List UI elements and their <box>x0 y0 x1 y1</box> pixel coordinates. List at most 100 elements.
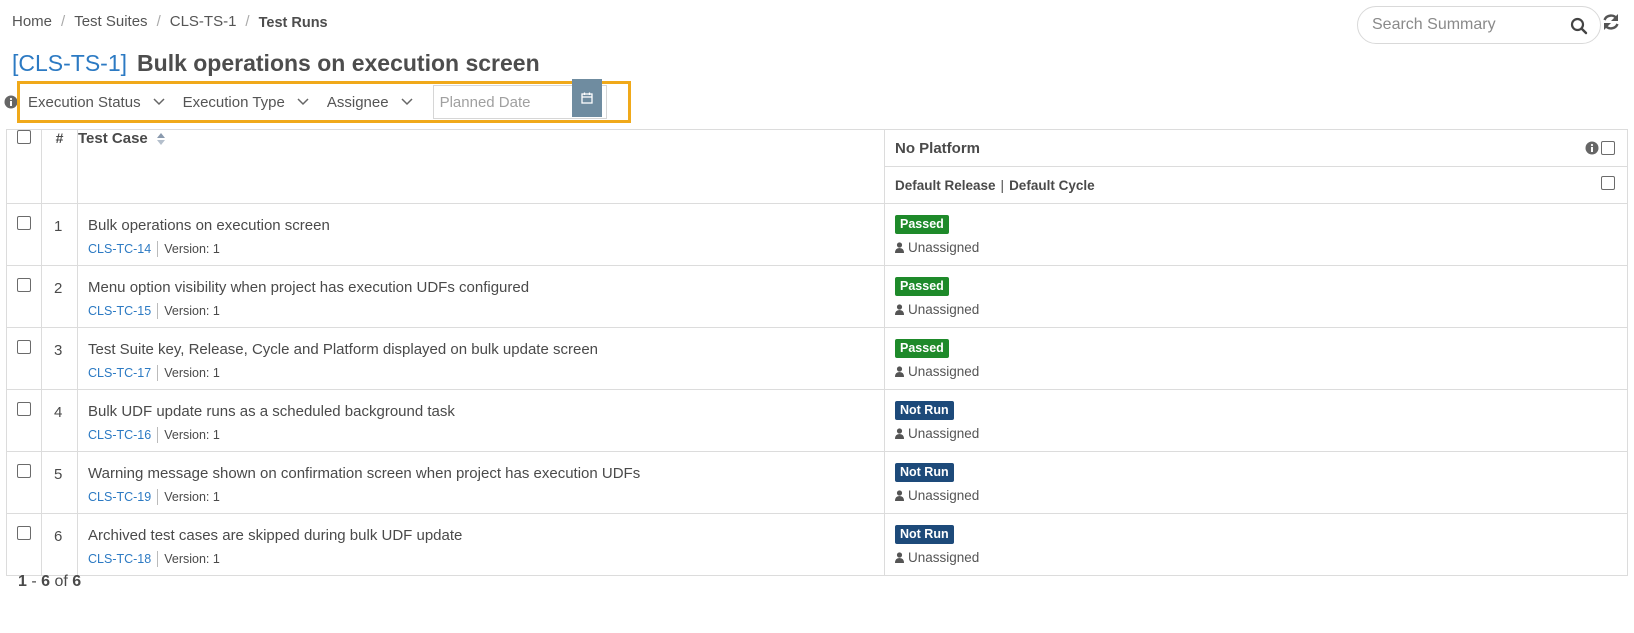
chevron-down-icon <box>297 98 309 106</box>
assignee[interactable]: Unassigned <box>895 364 1627 379</box>
execution-cell: Not Run Unassigned <box>884 513 1628 576</box>
assignee[interactable]: Unassigned <box>895 302 1627 317</box>
pager-start: 1 <box>18 573 27 590</box>
test-case-cell: Bulk UDF update runs as a scheduled back… <box>77 389 885 452</box>
execution-status-badge[interactable]: Not Run <box>895 463 954 482</box>
planned-date-field <box>432 79 607 119</box>
test-case-title[interactable]: Menu option visibility when project has … <box>88 279 884 296</box>
execution-status-label: Execution Status <box>28 93 141 111</box>
info-icon[interactable] <box>1585 141 1599 155</box>
row-checkbox[interactable] <box>17 464 31 478</box>
row-checkbox[interactable] <box>17 278 31 292</box>
execution-type-label: Execution Type <box>182 93 285 111</box>
select-all-checkbox[interactable] <box>17 130 31 144</box>
test-case-cell: Menu option visibility when project has … <box>77 265 885 328</box>
test-case-title[interactable]: Warning message shown on confirmation sc… <box>88 465 884 482</box>
test-case-cell: Test Suite key, Release, Cycle and Platf… <box>77 327 885 390</box>
test-case-meta: CLS-TC-17 Version: 1 <box>88 365 884 381</box>
meta-divider <box>157 241 159 257</box>
assignee-name: Unassigned <box>908 550 980 565</box>
user-icon <box>895 242 904 253</box>
row-checkbox[interactable] <box>17 526 31 540</box>
execution-cell: Not Run Unassigned <box>884 451 1628 514</box>
table-row: 5 Warning message shown on confirmation … <box>6 451 1628 514</box>
refresh-icon[interactable] <box>1601 12 1621 32</box>
assignee-filter[interactable]: Assignee <box>327 94 413 111</box>
filter-bar: Execution Status Execution Type Assignee <box>17 79 631 123</box>
execution-status-badge[interactable]: Passed <box>895 215 949 234</box>
assignee[interactable]: Unassigned <box>895 426 1627 441</box>
suite-key-link[interactable]: [CLS-TS-1] <box>12 50 127 77</box>
platform-header-top: No Platform <box>885 130 1627 167</box>
chevron-down-icon <box>153 98 165 106</box>
test-case-key-link[interactable]: CLS-TC-18 <box>88 552 151 566</box>
calendar-button[interactable] <box>571 79 602 117</box>
platform-select-checkbox[interactable] <box>1601 141 1615 155</box>
test-case-key-link[interactable]: CLS-TC-14 <box>88 242 151 256</box>
execution-cell: Passed Unassigned <box>884 327 1628 390</box>
test-case-meta: CLS-TC-14 Version: 1 <box>88 241 884 257</box>
row-checkbox[interactable] <box>17 216 31 230</box>
breadcrumb-separator: / <box>245 13 250 30</box>
user-icon <box>895 304 904 315</box>
table-row: 2 Menu option visibility when project ha… <box>6 265 1628 328</box>
test-case-version: Version: 1 <box>164 490 220 504</box>
test-case-title[interactable]: Bulk operations on execution screen <box>88 217 884 234</box>
table-row: 4 Bulk UDF update runs as a scheduled ba… <box>6 389 1628 452</box>
test-case-key-link[interactable]: CLS-TC-17 <box>88 366 151 380</box>
pager-end: 6 <box>41 573 51 590</box>
test-case-cell: Archived test cases are skipped during b… <box>77 513 885 576</box>
test-case-version: Version: 1 <box>164 552 220 566</box>
meta-divider <box>157 303 159 319</box>
search-box <box>1357 6 1601 44</box>
row-number: 1 <box>41 203 78 266</box>
execution-status-badge[interactable]: Not Run <box>895 401 954 420</box>
meta-divider <box>157 427 159 443</box>
row-number: 2 <box>41 265 78 328</box>
assignee[interactable]: Unassigned <box>895 240 1627 255</box>
pager-total: 6 <box>72 573 82 590</box>
test-case-version: Version: 1 <box>164 304 220 318</box>
info-icon[interactable] <box>4 95 18 109</box>
test-case-header[interactable]: Test Case <box>77 129 885 204</box>
breadcrumb-suite[interactable]: CLS-TS-1 <box>170 13 237 30</box>
test-case-key-link[interactable]: CLS-TC-16 <box>88 428 151 442</box>
execution-status-badge[interactable]: Not Run <box>895 525 954 544</box>
chevron-down-icon <box>401 98 413 106</box>
test-case-key-link[interactable]: CLS-TC-15 <box>88 304 151 318</box>
execution-status-filter[interactable]: Execution Status <box>28 94 165 111</box>
release-cycle-select-checkbox[interactable] <box>1601 176 1615 190</box>
select-all-cell <box>6 129 42 204</box>
test-case-title[interactable]: Archived test cases are skipped during b… <box>88 527 884 544</box>
row-select-cell <box>6 451 42 514</box>
test-case-version: Version: 1 <box>164 242 220 256</box>
meta-divider <box>157 551 159 567</box>
release-cycle-header: Default Release | Default Cycle <box>885 167 1627 203</box>
test-case-key-link[interactable]: CLS-TC-19 <box>88 490 151 504</box>
pager-dash: - <box>31 573 37 590</box>
breadcrumb-separator: / <box>61 13 66 30</box>
breadcrumb-home[interactable]: Home <box>12 13 52 30</box>
assignee-name: Unassigned <box>908 364 980 379</box>
search-icon[interactable] <box>1570 17 1588 35</box>
execution-type-filter[interactable]: Execution Type <box>183 94 309 111</box>
test-case-cell: Bulk operations on execution screen CLS-… <box>77 203 885 266</box>
execution-cell: Passed Unassigned <box>884 203 1628 266</box>
suite-title: Bulk operations on execution screen <box>137 50 540 76</box>
sort-icon[interactable] <box>156 132 166 146</box>
row-checkbox[interactable] <box>17 340 31 354</box>
assignee[interactable]: Unassigned <box>895 488 1627 503</box>
row-checkbox[interactable] <box>17 402 31 416</box>
breadcrumb-test-suites[interactable]: Test Suites <box>74 13 147 30</box>
row-number: 3 <box>41 327 78 390</box>
row-number: 6 <box>41 513 78 576</box>
assignee[interactable]: Unassigned <box>895 550 1627 565</box>
platform-header: No Platform Default Release | Default Cy… <box>884 129 1628 204</box>
test-case-title[interactable]: Test Suite key, Release, Cycle and Platf… <box>88 341 884 358</box>
search-input[interactable] <box>1370 15 1560 35</box>
test-case-title[interactable]: Bulk UDF update runs as a scheduled back… <box>88 403 884 420</box>
execution-status-badge[interactable]: Passed <box>895 339 949 358</box>
planned-date-input[interactable] <box>433 86 572 118</box>
execution-cell: Not Run Unassigned <box>884 389 1628 452</box>
execution-status-badge[interactable]: Passed <box>895 277 949 296</box>
